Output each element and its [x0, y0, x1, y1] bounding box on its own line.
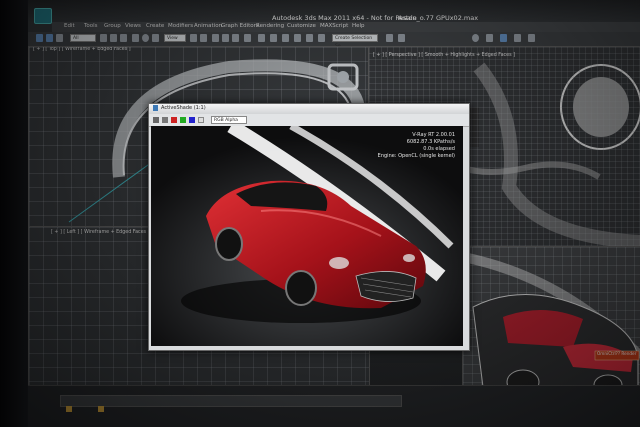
viewport-top-label[interactable]: [ + ] [ Top ] [ Wireframe + Edged Faces …: [33, 47, 131, 52]
layer-icon[interactable]: [282, 34, 289, 42]
app-logo-icon[interactable]: [34, 8, 52, 24]
render-iterative-icon[interactable]: [514, 34, 521, 42]
time-slider[interactable]: [60, 395, 402, 407]
render-frame-icon[interactable]: [472, 34, 479, 42]
environment-icon[interactable]: [528, 34, 535, 42]
align-icon[interactable]: [270, 34, 277, 42]
manipulate-icon[interactable]: [200, 34, 207, 42]
render-stat-paths: 6082.87.3 KPaths/s: [406, 139, 455, 145]
menu-maxscript[interactable]: MAXScript: [320, 23, 348, 29]
menu-animation[interactable]: Animation: [194, 23, 222, 29]
viewport-camera[interactable]: OmniCtrl?? Render: [462, 246, 640, 398]
activeshade-window[interactable]: ActiveShade (1:1) RGB Alpha V-Ray RT 2.0…: [148, 103, 470, 351]
activeshade-window-icon: [153, 105, 158, 111]
key-icon-2[interactable]: [98, 406, 104, 412]
pivot-icon[interactable]: [190, 34, 197, 42]
activeshade-titlebar[interactable]: ActiveShade (1:1): [149, 104, 469, 114]
menu-tools[interactable]: Tools: [84, 23, 98, 29]
copy-image-icon[interactable]: [162, 117, 168, 123]
green-channel-icon[interactable]: [180, 117, 186, 123]
menu-edit[interactable]: Edit: [64, 23, 75, 29]
file-name: Aston_o.77 GPUx02.max: [398, 14, 479, 22]
scale-icon[interactable]: [152, 34, 159, 42]
screen: Autodesk 3ds Max 2011 x64 - Not for Resa…: [0, 0, 640, 427]
curve-editor-icon[interactable]: [306, 34, 313, 42]
link-icon[interactable]: [56, 34, 63, 42]
menu-group[interactable]: Group: [104, 23, 121, 29]
blue-channel-icon[interactable]: [189, 117, 195, 123]
ribbon-icon[interactable]: [294, 34, 301, 42]
angle-snap-icon[interactable]: [222, 34, 229, 42]
reference-coord-dropdown[interactable]: View: [164, 34, 186, 42]
alpha-channel-icon[interactable]: [198, 117, 204, 123]
car-render: [151, 126, 463, 346]
selection-filter-dropdown[interactable]: All: [70, 34, 96, 42]
spinner-snap-icon[interactable]: [244, 34, 251, 42]
monitor-bezel: [0, 0, 28, 427]
key-icon[interactable]: [66, 406, 72, 412]
render-stat-engine-version: V-Ray RT 2.00.01: [412, 132, 455, 138]
activeshade-icon[interactable]: [500, 34, 507, 42]
menu-modifiers[interactable]: Modifiers: [168, 23, 193, 29]
menu-create[interactable]: Create: [146, 23, 164, 29]
activeshade-title: ActiveShade (1:1): [161, 105, 206, 111]
percent-snap-icon[interactable]: [232, 34, 239, 42]
mirror-icon[interactable]: [258, 34, 265, 42]
snap-icon[interactable]: [212, 34, 219, 42]
menu-views[interactable]: Views: [125, 23, 141, 29]
object-tag[interactable]: OmniCtrl?? Render: [597, 351, 636, 356]
menu-customize[interactable]: Customize: [287, 23, 316, 29]
schematic-icon[interactable]: [318, 34, 325, 42]
render-stat-elapsed: 0.0s elapsed: [423, 146, 455, 152]
redo-icon[interactable]: [46, 34, 53, 42]
named-selection-dropdown[interactable]: Create Selection Se: [332, 34, 378, 49]
rect-select-icon[interactable]: [120, 34, 127, 42]
channel-dropdown[interactable]: RGB Alpha: [211, 116, 247, 124]
rotate-icon[interactable]: [142, 34, 149, 42]
undo-icon[interactable]: [36, 34, 43, 42]
render-frame: V-Ray RT 2.00.01 6082.87.3 KPaths/s 0.0s…: [151, 126, 463, 346]
viewport-perspective-label[interactable]: [ + ] [ Perspective ] [ Smooth + Highlig…: [373, 53, 515, 58]
viewport-left-label[interactable]: [ + ] [ Left ] [ Wireframe + Edged Faces…: [51, 230, 150, 235]
render-setup-icon[interactable]: [398, 34, 405, 42]
move-icon[interactable]: [132, 34, 139, 42]
save-image-icon[interactable]: [153, 117, 159, 123]
car-wireframe: [463, 252, 640, 396]
select-icon[interactable]: [100, 34, 107, 42]
render-production-icon[interactable]: [486, 34, 493, 42]
select-by-name-icon[interactable]: [110, 34, 117, 42]
render-stat-engine: Engine: OpenCL (single kernel): [377, 153, 455, 159]
menu-graph-editors[interactable]: Graph Editors: [221, 23, 259, 29]
menu-help[interactable]: Help: [352, 23, 365, 29]
menu-rendering[interactable]: Rendering: [256, 23, 284, 29]
material-editor-icon[interactable]: [386, 34, 393, 42]
red-channel-icon[interactable]: [171, 117, 177, 123]
window-title: Autodesk 3ds Max 2011 x64 - Not for Resa…: [272, 14, 417, 22]
